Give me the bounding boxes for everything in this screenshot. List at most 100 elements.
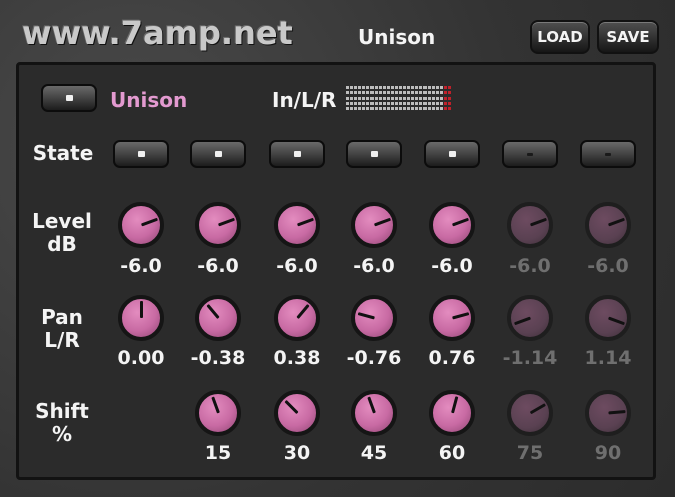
meter-segment <box>382 86 386 89</box>
level-knob-3[interactable] <box>274 202 320 248</box>
state-toggle-4[interactable] <box>346 140 402 168</box>
meter-segment <box>435 107 439 110</box>
shift-knob-4[interactable] <box>351 390 397 436</box>
meter-label: In/L/R <box>272 88 337 112</box>
shift-row-label-line1: Shift <box>35 399 89 423</box>
shift-knob-5[interactable] <box>429 390 475 436</box>
meter-segment <box>411 91 415 95</box>
knob-pointer <box>450 396 458 414</box>
pan-knob-2[interactable] <box>195 295 241 341</box>
pan-value-7: 1.14 <box>584 347 632 369</box>
pan-knob-3[interactable] <box>274 295 320 341</box>
state-toggle-5[interactable] <box>424 140 480 168</box>
meter-row <box>346 91 452 95</box>
meter-segment <box>423 107 427 110</box>
knob-pointer <box>139 301 143 318</box>
meter-segment <box>374 101 378 105</box>
meter-segment <box>346 101 350 105</box>
save-button[interactable]: SAVE <box>597 20 659 54</box>
shift-knob-6[interactable] <box>507 390 553 436</box>
knob-pointer <box>529 217 547 227</box>
meter-segment <box>439 86 443 89</box>
load-button[interactable]: LOAD <box>530 20 590 54</box>
meter-segment <box>366 101 370 105</box>
meter-segment <box>403 107 407 110</box>
state-toggle-3[interactable] <box>269 140 325 168</box>
meter-segment <box>350 107 354 110</box>
pan-knob-5[interactable] <box>429 295 475 341</box>
meter-segment <box>366 107 370 110</box>
shift-value-7: 90 <box>594 442 622 464</box>
state-toggle-1[interactable] <box>113 140 169 168</box>
meter-segment <box>447 107 452 110</box>
level-value-3: -6.0 <box>276 255 318 277</box>
meter-segment <box>407 107 411 110</box>
knob-pointer <box>295 304 310 319</box>
pan-row-label-line2: L/R <box>44 328 80 352</box>
meter-segment <box>354 86 358 89</box>
state-toggle-2[interactable] <box>190 140 246 168</box>
state-toggle-7[interactable] <box>580 140 636 168</box>
meter-segment <box>431 96 435 100</box>
shift-knob-2[interactable] <box>195 390 241 436</box>
pan-knob-1[interactable] <box>118 295 164 341</box>
meter-segment <box>362 96 366 100</box>
meter-segment <box>386 86 390 89</box>
meter-segment <box>378 96 382 100</box>
level-meter <box>346 86 452 110</box>
pan-value-4: -0.76 <box>346 347 402 369</box>
meter-segment <box>350 96 354 100</box>
knob-pointer <box>357 312 375 320</box>
meter-segment <box>346 86 350 89</box>
shift-knob-3[interactable] <box>274 390 320 436</box>
shift-value-4: 45 <box>360 442 388 464</box>
meter-segment <box>431 91 435 95</box>
level-value-5: -6.0 <box>431 255 473 277</box>
meter-segment <box>378 107 382 110</box>
knob-pointer <box>140 217 158 227</box>
meter-segment <box>411 101 415 105</box>
shift-value-5: 60 <box>438 442 466 464</box>
shift-knob-7[interactable] <box>585 390 631 436</box>
meter-segment <box>350 101 354 105</box>
meter-segment <box>390 86 394 89</box>
level-value-2: -6.0 <box>197 255 239 277</box>
meter-segment <box>419 101 423 105</box>
meter-segment <box>386 91 390 95</box>
meter-segment <box>435 91 439 95</box>
meter-segment <box>415 101 419 105</box>
meter-segment <box>366 86 370 89</box>
meter-segment <box>411 96 415 100</box>
knob-pointer <box>217 217 235 227</box>
level-knob-6[interactable] <box>507 202 553 248</box>
pan-knob-6[interactable] <box>507 295 553 341</box>
level-row-label-line1: Level <box>32 209 92 233</box>
meter-segment <box>362 101 366 105</box>
shift-row-label-line2: % <box>51 422 73 446</box>
pan-knob-7[interactable] <box>585 295 631 341</box>
meter-segment <box>443 101 447 105</box>
meter-segment <box>358 86 362 89</box>
meter-segment <box>403 86 407 89</box>
level-knob-5[interactable] <box>429 202 475 248</box>
led-indicator-icon <box>214 151 222 157</box>
meter-segment <box>403 101 407 105</box>
level-knob-7[interactable] <box>585 202 631 248</box>
unison-toggle-button[interactable] <box>41 84 97 112</box>
state-toggle-6[interactable] <box>502 140 558 168</box>
meter-segment <box>399 96 403 100</box>
pan-knob-4[interactable] <box>351 295 397 341</box>
level-knob-1[interactable] <box>118 202 164 248</box>
meter-segment <box>439 101 443 105</box>
knob-pointer <box>451 217 469 227</box>
meter-segment <box>358 107 362 110</box>
pan-value-6: -1.14 <box>502 347 558 369</box>
led-indicator-icon <box>137 151 145 157</box>
level-knob-4[interactable] <box>351 202 397 248</box>
level-knob-2[interactable] <box>195 202 241 248</box>
knob-pointer <box>205 304 220 319</box>
led-indicator-icon <box>65 95 73 101</box>
meter-segment <box>443 86 447 89</box>
meter-segment <box>447 86 452 89</box>
meter-segment <box>354 91 358 95</box>
